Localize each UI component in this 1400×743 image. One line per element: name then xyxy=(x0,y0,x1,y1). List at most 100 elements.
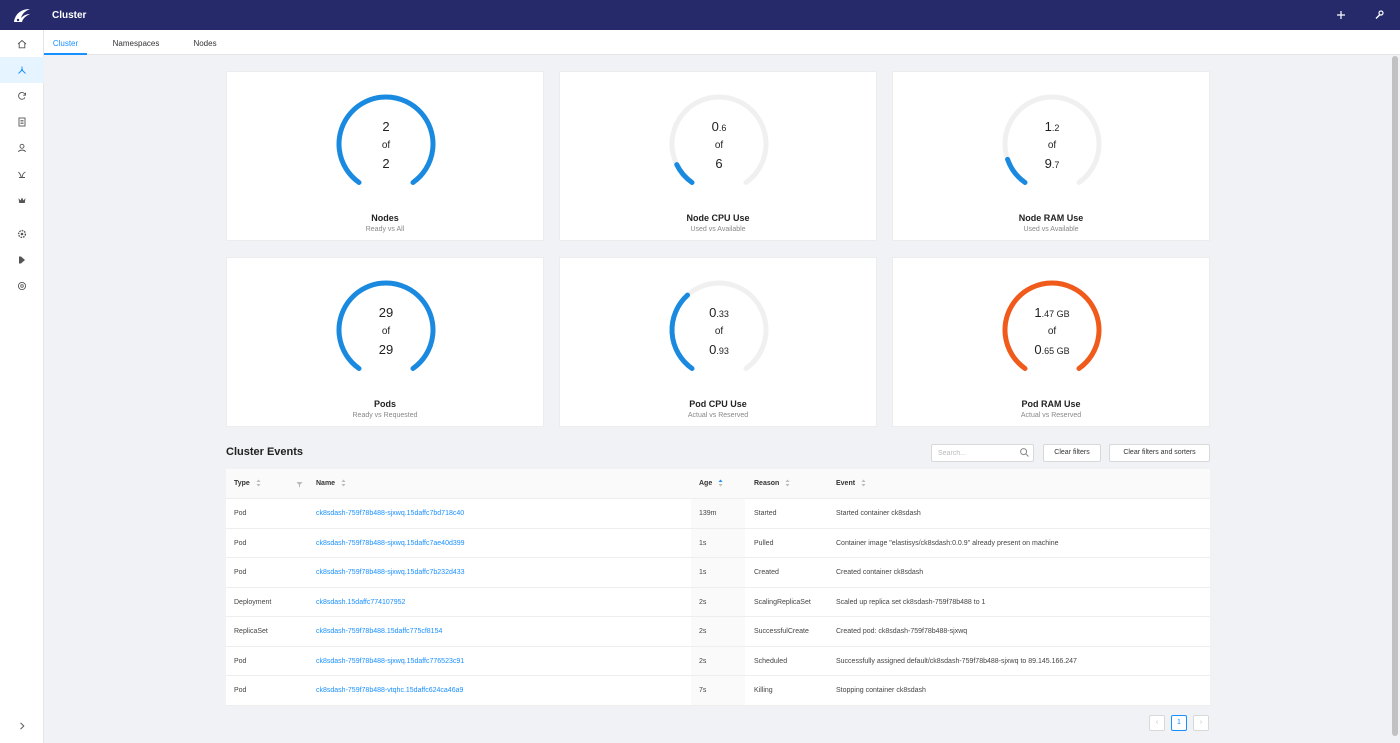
logo-icon[interactable] xyxy=(0,0,44,30)
cell-reason: Scheduled xyxy=(754,657,788,665)
cell-reason: Started xyxy=(754,510,777,517)
gauge-value-1: 1 xyxy=(1034,305,1042,320)
home-icon xyxy=(17,39,27,49)
gauge-value-2: 6 xyxy=(715,156,723,171)
sort-icon[interactable] xyxy=(256,479,261,487)
sidebar-item-user[interactable] xyxy=(0,135,44,161)
gear-icon xyxy=(17,229,27,239)
cell-event: Created pod: ck8sdash-759f78b488-sjxwq xyxy=(836,628,968,635)
card-node-ram: 1.2 of 9.7 Node RAM Use Used vs Availabl… xyxy=(892,71,1210,241)
card-title: Pods xyxy=(373,399,396,409)
column-type-header[interactable]: Type xyxy=(234,469,261,499)
card-title: Pod RAM Use xyxy=(1021,399,1081,409)
prev-page-button[interactable]: ‹ xyxy=(1149,715,1165,731)
sidebar-item-settings[interactable] xyxy=(0,221,44,247)
cell-reason: Pulled xyxy=(754,539,774,547)
search-icon[interactable] xyxy=(1019,447,1030,458)
gauge-of-label: of xyxy=(1047,326,1057,337)
table-row: ReplicaSet ck8sdash-759f78b488.15daffc77… xyxy=(226,617,1210,647)
cell-name-link[interactable]: ck8sdash-759f78b488-sjxwq.15daffc7bd718c… xyxy=(316,499,464,528)
cell-age: 2s xyxy=(699,628,707,635)
k-icon xyxy=(19,256,25,264)
card-title: Pod CPU Use xyxy=(689,399,747,409)
cell-age: 7s xyxy=(699,687,707,694)
wrench-icon[interactable] xyxy=(1372,8,1386,22)
gauge-value: 29 of 29 xyxy=(333,304,439,360)
gauge-of-label: of xyxy=(714,140,724,151)
card-pods: 29 of 29 Pods Ready vs Requested xyxy=(226,257,544,427)
plant-icon xyxy=(18,171,26,178)
sidebar xyxy=(0,30,44,743)
cell-event: Successfully assigned default/ck8sdash-7… xyxy=(836,657,1077,665)
tab-nodes[interactable]: Nodes xyxy=(190,30,220,55)
gauge-value: 1.47 GB of 0.65 GB xyxy=(999,304,1105,360)
sidebar-expand-button[interactable] xyxy=(0,713,44,739)
column-reason-label: Reason xyxy=(754,480,780,487)
cell-name-link[interactable]: ck8sdash-759f78b488-sjxwq.15daffc776523c… xyxy=(316,647,464,676)
sort-icon[interactable] xyxy=(341,479,346,487)
cell-reason: Created xyxy=(754,569,779,576)
cluster-icon xyxy=(18,66,26,74)
next-page-button[interactable]: › xyxy=(1193,715,1209,731)
gauge-value-1: 29 xyxy=(378,305,394,320)
gauge-value-2: 0 xyxy=(1034,342,1042,357)
sort-ascending-icon[interactable] xyxy=(718,479,723,487)
sidebar-item-globe[interactable] xyxy=(0,273,44,299)
card-node-cpu: 0.6 of 6 Node CPU Use Used vs Available xyxy=(559,71,877,241)
gauge-value-1-fraction: .2 xyxy=(1051,123,1060,133)
gauge-value-1: 2 xyxy=(382,119,390,134)
table-row: Deployment ck8sdash.15daffc774107952 2s … xyxy=(226,588,1210,617)
scrollbar[interactable] xyxy=(1392,56,1398,736)
cell-name-link[interactable]: ck8sdash.15daffc774107952 xyxy=(316,588,405,617)
sort-icon[interactable] xyxy=(785,479,790,487)
cell-name-link[interactable]: ck8sdash-759f78b488.15daffc775cf8154 xyxy=(316,617,442,646)
cell-name-link[interactable]: ck8sdash-759f78b488-sjxwq.15daffc7ae40d3… xyxy=(316,529,465,558)
tab-bar: Cluster Namespaces Nodes xyxy=(44,30,1400,55)
gauge-value: 0.6 of 6 xyxy=(666,118,772,174)
sidebar-item-plant[interactable] xyxy=(0,161,44,187)
clear-filters-sorters-button[interactable]: Clear filters and sorters xyxy=(1109,444,1210,462)
cell-event: Created container ck8sdash xyxy=(836,569,924,576)
card-subtitle: Used vs Available xyxy=(690,226,746,233)
gauge-value-1-fraction: .6 xyxy=(718,123,727,133)
sidebar-item-cluster[interactable] xyxy=(0,57,44,83)
sidebar-item-k[interactable] xyxy=(0,247,44,273)
events-title: Cluster Events xyxy=(226,446,304,458)
cell-age: 1s xyxy=(699,569,707,576)
cell-name-link[interactable]: ck8sdash-759f78b488-vtqhc.15daffc624ca46… xyxy=(316,676,463,705)
sidebar-item-crown[interactable] xyxy=(0,187,44,213)
page-1-button[interactable]: 1 xyxy=(1171,715,1187,731)
clear-filters-button[interactable]: Clear filters xyxy=(1043,444,1101,462)
document-icon xyxy=(18,117,26,127)
card-subtitle: Ready vs Requested xyxy=(352,412,418,419)
gauge-value-2-fraction: .7 xyxy=(1051,160,1060,170)
column-reason-header[interactable]: Reason xyxy=(754,469,790,499)
card-pod-ram: 1.47 GB of 0.65 GB Pod RAM Use Actual vs… xyxy=(892,257,1210,427)
filter-icon[interactable] xyxy=(296,481,303,488)
sidebar-item-document[interactable] xyxy=(0,109,44,135)
column-name-label: Name xyxy=(316,480,336,487)
gauge-value: 1.2 of 9.7 xyxy=(999,118,1105,174)
column-name-header[interactable]: Name xyxy=(316,469,346,499)
cell-type: ReplicaSet xyxy=(234,628,268,635)
cell-event: Stopping container ck8sdash xyxy=(836,687,926,694)
column-age-header[interactable]: Age xyxy=(699,469,723,499)
gauge-value-1: 0 xyxy=(711,119,719,134)
gauge-value-1-fraction: .33 xyxy=(716,309,729,319)
crown-icon xyxy=(18,197,26,203)
gauge-value: 2 of 2 xyxy=(333,118,439,174)
tab-cluster[interactable]: Cluster xyxy=(44,30,87,55)
sidebar-item-refresh[interactable] xyxy=(0,83,44,109)
card-nodes: 2 of 2 Nodes Ready vs All xyxy=(226,71,544,241)
tab-namespaces[interactable]: Namespaces xyxy=(110,30,162,55)
cell-name-link[interactable]: ck8sdash-759f78b488-sjxwq.15daffc7b232d4… xyxy=(316,558,465,587)
cell-type: Pod xyxy=(234,569,247,576)
cell-event: Container image "elastisys/ck8sdash:0.0.… xyxy=(836,539,1059,547)
gauge-value-2: 2 xyxy=(382,156,390,171)
plus-icon[interactable] xyxy=(1334,8,1348,22)
sidebar-item-home[interactable] xyxy=(0,31,44,57)
column-age-label: Age xyxy=(699,480,713,487)
column-event-header[interactable]: Event xyxy=(836,469,866,499)
sort-icon[interactable] xyxy=(861,479,866,487)
gauge-of-label: of xyxy=(1047,140,1057,151)
